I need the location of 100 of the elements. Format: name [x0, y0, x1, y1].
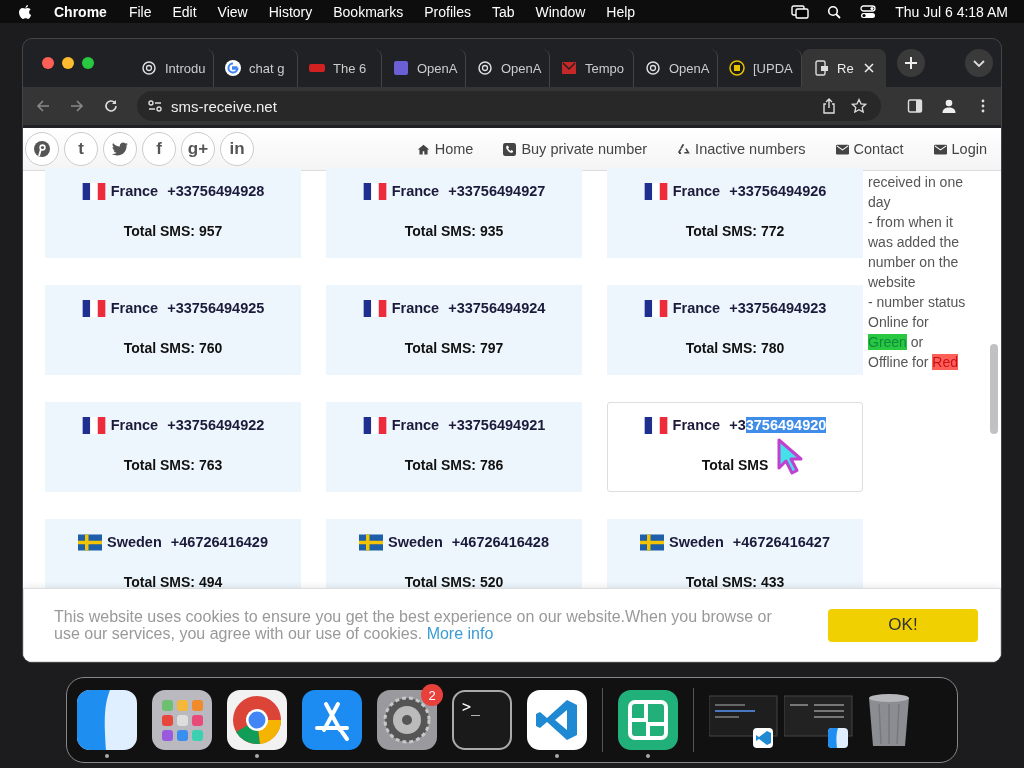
number-card[interactable]: France +33756494926 Total SMS: 772 — [607, 168, 863, 258]
control-center-icon[interactable] — [859, 4, 878, 19]
menu-item[interactable]: Tab — [491, 3, 515, 20]
sms-total: Total SMS: 772 — [685, 223, 785, 239]
flag-icon — [640, 533, 664, 551]
nav-link[interactable]: Inactive numbers — [677, 141, 806, 157]
menu-item[interactable]: History — [268, 3, 313, 20]
sms-total: Total SMS: 780 — [685, 340, 785, 356]
nav-link[interactable]: Login — [933, 141, 987, 157]
sms-total: Total SMS: 957 — [123, 223, 223, 239]
terminal-icon[interactable]: >_ — [452, 690, 512, 750]
social-button[interactable]: in — [220, 132, 254, 166]
reload-icon[interactable] — [103, 98, 119, 114]
new-tab-icon[interactable] — [897, 49, 925, 77]
phone-number[interactable]: +33756494921 — [448, 417, 546, 433]
phone-number[interactable]: +33756494924 — [448, 300, 546, 316]
mail-icon — [561, 60, 577, 76]
flag-icon — [78, 533, 102, 551]
code-editor-icon[interactable] — [527, 690, 587, 750]
sidebar-note: received in one day — [868, 173, 964, 212]
menu-item[interactable]: View — [217, 3, 248, 20]
flag-icon — [362, 182, 387, 200]
star-icon[interactable] — [851, 98, 867, 114]
browser-tab[interactable]: Re — [802, 49, 886, 87]
menu-item[interactable]: Help — [606, 3, 636, 20]
layout-app-icon[interactable] — [618, 690, 678, 750]
launchpad-icon[interactable] — [152, 690, 212, 750]
flag-icon — [362, 299, 387, 317]
menu-item[interactable]: Edit — [172, 3, 197, 20]
scrollbar-thumb[interactable] — [990, 344, 998, 434]
knot-icon — [645, 60, 661, 76]
country-name: France — [391, 417, 440, 433]
country-name: France — [110, 417, 159, 433]
nav-link[interactable]: Buy private number — [503, 141, 648, 157]
phone-number[interactable]: +46726416429 — [170, 534, 268, 550]
number-card[interactable]: France +33756494924 Total SMS: 797 — [326, 285, 582, 375]
flag-icon — [81, 299, 106, 317]
menu-item[interactable]: Profiles — [424, 3, 471, 20]
number-card[interactable]: France +33756494927 Total SMS: 935 — [326, 168, 582, 258]
finder-icon[interactable] — [77, 690, 137, 750]
notification-badge: 2 — [421, 684, 443, 706]
phone-number[interactable]: +33756494925 — [167, 300, 265, 316]
social-button[interactable]: f — [142, 132, 176, 166]
sms-total: Total SMS: 797 — [404, 340, 504, 356]
flag-icon — [359, 533, 383, 551]
chrome-icon[interactable] — [227, 690, 287, 750]
google-icon — [225, 60, 241, 76]
zoom-window-button[interactable] — [82, 57, 94, 69]
phone-number[interactable]: +33756494922 — [167, 417, 265, 433]
menu-item[interactable]: Bookmarks — [333, 3, 404, 20]
minimize-window-button[interactable] — [62, 57, 74, 69]
cookie-notice: This website uses cookies to ensure you get the best experience on our website.When you browse or use our services, you agree with our use of cookies. More info — [54, 608, 773, 642]
address-bar[interactable]: sms-receive.net — [137, 91, 881, 121]
phone-number[interactable]: +33756494927 — [448, 183, 546, 199]
forward-icon[interactable] — [69, 98, 85, 114]
menu-item[interactable]: File — [128, 3, 152, 20]
country-name: Sweden — [388, 534, 443, 550]
side-panel-icon[interactable] — [907, 98, 923, 114]
country-name: France — [672, 300, 721, 316]
country-name: France — [110, 183, 159, 199]
phone-number[interactable]: +33756494928 — [167, 183, 265, 199]
screen-mirroring-icon[interactable] — [791, 4, 810, 19]
app-menu[interactable]: Chrome — [54, 3, 107, 20]
share-icon[interactable] — [821, 98, 837, 114]
phone-number[interactable]: +33756494926 — [729, 183, 827, 199]
back-icon[interactable] — [35, 98, 51, 114]
site-settings-icon[interactable] — [147, 98, 163, 114]
nav-link[interactable]: Home — [416, 141, 474, 157]
close-window-button[interactable] — [42, 57, 54, 69]
social-button[interactable] — [103, 132, 137, 166]
sms-total: Total SMS: 786 — [404, 457, 504, 473]
flag-icon — [362, 416, 387, 434]
phone-number[interactable]: +33756494923 — [729, 300, 827, 316]
close-tab-icon[interactable] — [864, 63, 874, 73]
app-store-icon[interactable] — [302, 690, 362, 750]
nav-link[interactable]: Contact — [835, 141, 904, 157]
number-card[interactable]: France +33756494928 Total SMS: 957 — [45, 168, 301, 258]
number-card[interactable]: France +33756494923 Total SMS: 780 — [607, 285, 863, 375]
social-button[interactable] — [25, 132, 59, 166]
flag-icon — [643, 299, 668, 317]
apple-icon[interactable] — [18, 3, 32, 20]
number-card[interactable]: France +33756494925 Total SMS: 760 — [45, 285, 301, 375]
number-card[interactable]: France +33756494921 Total SMS: 786 — [326, 402, 582, 492]
menu-item[interactable]: Window — [535, 3, 586, 20]
number-card[interactable]: France +33756494922 Total SMS: 763 — [45, 402, 301, 492]
social-button[interactable]: t — [64, 132, 98, 166]
tab-search-icon[interactable] — [965, 49, 993, 77]
phone-number[interactable]: +46726416428 — [451, 534, 549, 550]
status-note: - number status Online for Green or Offline for Red — [868, 293, 966, 372]
sms-total: Total SMS: 520 — [404, 574, 504, 590]
profile-icon[interactable] — [941, 98, 957, 114]
home-icon — [416, 142, 430, 156]
pin-icon — [33, 140, 51, 158]
country-name: France — [391, 300, 440, 316]
phone-number[interactable]: +46726416427 — [732, 534, 830, 550]
ok-button[interactable]: OK! — [828, 608, 978, 642]
social-button[interactable]: g+ — [181, 132, 215, 166]
envelope-icon — [933, 142, 947, 156]
menu-bar-clock[interactable]: Thu Jul 6 4:18 AM — [895, 3, 1008, 20]
settings-icon[interactable] — [377, 690, 437, 750]
